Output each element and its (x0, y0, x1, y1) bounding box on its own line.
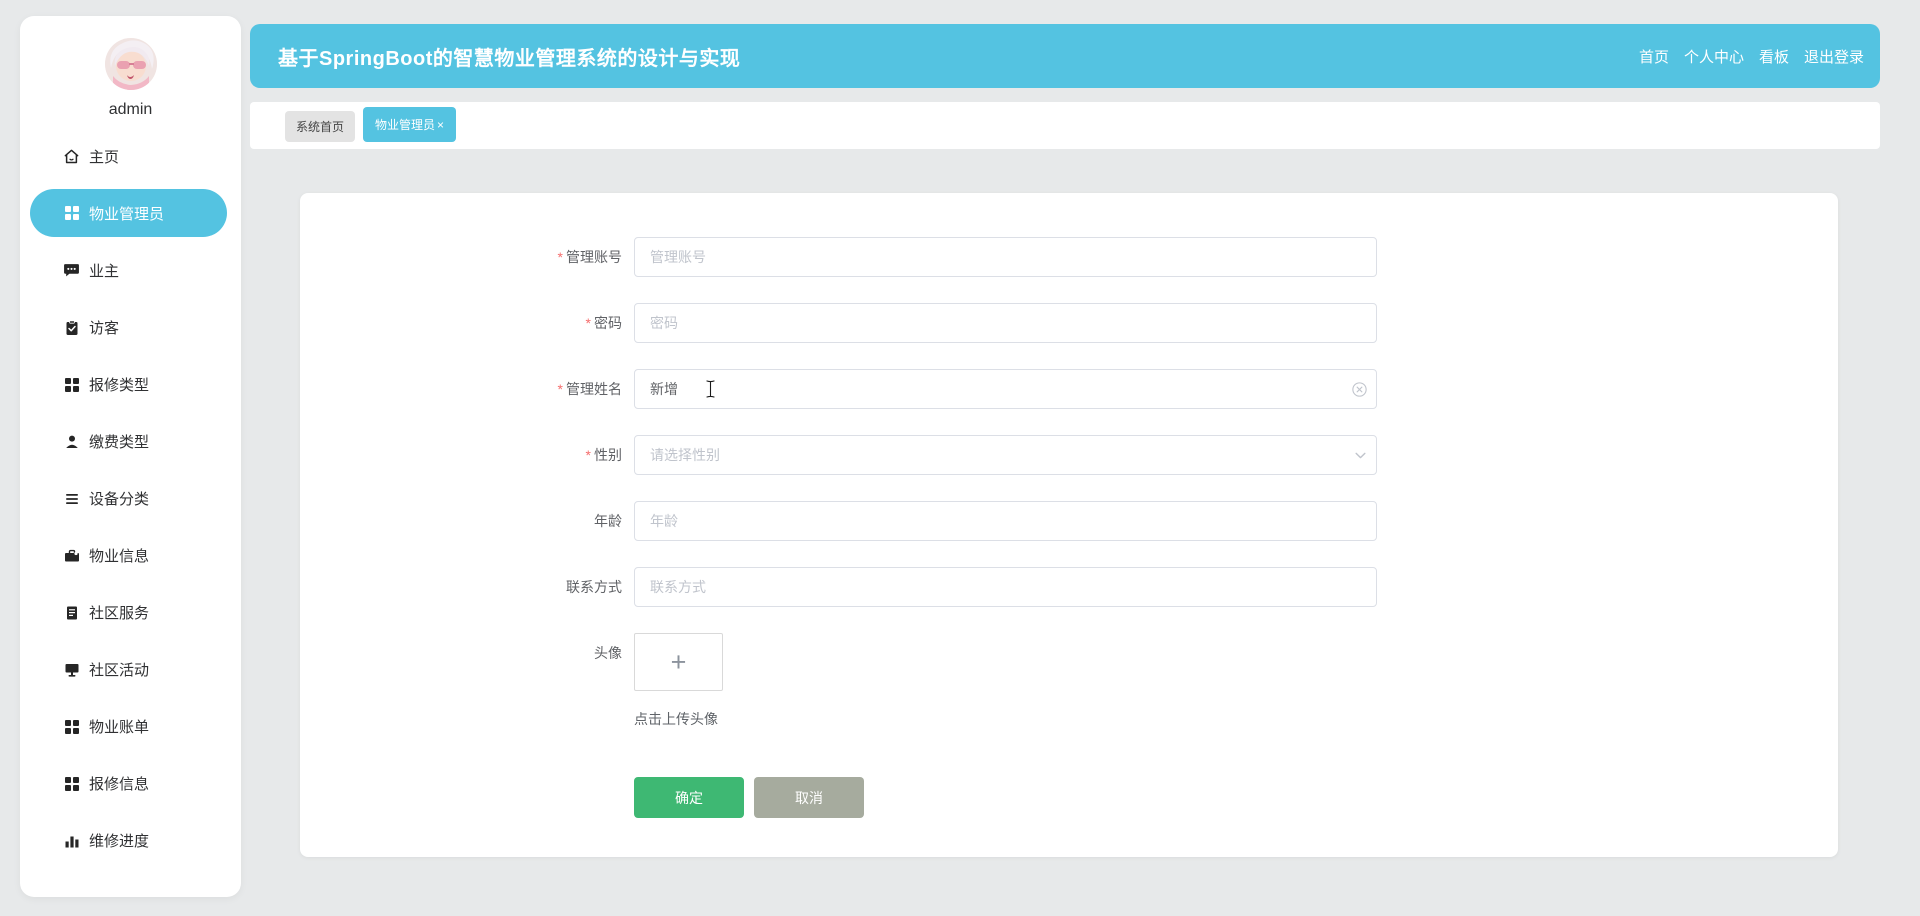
bar-chart-icon (63, 832, 80, 849)
admin-name-input[interactable] (634, 369, 1377, 409)
form-row-password: * 密码 (300, 303, 1838, 343)
sidebar-item-label: 物业管理员 (89, 205, 165, 223)
clear-input-icon[interactable] (1352, 369, 1367, 409)
form-row-gender: * 性别 请选择性别 (300, 435, 1838, 475)
sidebar-item-property-admin[interactable]: 物业管理员 (30, 189, 227, 237)
header: 基于SpringBoot的智慧物业管理系统的设计与实现 首页 个人中心 看板 退… (250, 24, 1880, 88)
sidebar-item-property-info[interactable]: 物业信息 (20, 527, 241, 584)
nav-dashboard[interactable]: 看板 (1759, 46, 1789, 67)
sidebar-item-visitor[interactable]: 访客 (20, 299, 241, 356)
form-row-admin-name: * 管理姓名 (300, 369, 1838, 409)
avatar-upload-button[interactable]: + (634, 633, 723, 691)
password-input[interactable] (634, 303, 1377, 343)
user-icon (63, 433, 80, 450)
field-label: 年龄 (594, 513, 622, 529)
age-input[interactable] (634, 501, 1377, 541)
sidebar-item-label: 社区服务 (89, 605, 150, 622)
sidebar-item-payment-type[interactable]: 缴费类型 (20, 413, 241, 470)
form-row-contact: 联系方式 (300, 567, 1838, 607)
avatar[interactable] (104, 38, 157, 90)
tab-label: 物业管理员 (375, 118, 436, 132)
sidebar-item-repair-info[interactable]: 报修信息 (20, 755, 241, 812)
form-row-age: 年龄 (300, 501, 1838, 541)
field-label: * 密码 (585, 315, 622, 331)
form-actions: 确定 取消 (634, 777, 1838, 818)
sidebar-item-repair-type[interactable]: 报修类型 (20, 356, 241, 413)
field-label: 头像 (594, 645, 622, 661)
field-label: * 管理账号 (557, 249, 622, 265)
field-label: * 性别 (585, 447, 622, 463)
sidebar-item-device-category[interactable]: 设备分类 (20, 470, 241, 527)
grid-icon (63, 718, 80, 735)
required-asterisk: * (585, 447, 591, 463)
monitor-icon (63, 661, 80, 678)
list-icon (63, 490, 80, 507)
sidebar-item-home[interactable]: 主页 (20, 128, 241, 185)
account-input[interactable] (634, 237, 1377, 277)
sidebar-item-label: 维修进度 (89, 833, 150, 850)
upload-hint: 点击上传头像 (634, 711, 718, 727)
header-nav: 首页 个人中心 看板 退出登录 (1639, 46, 1864, 67)
cancel-button[interactable]: 取消 (754, 777, 864, 818)
grid-icon (63, 205, 80, 222)
sidebar: admin 主页 物业管理员 业主 访客 报修类型 缴费类型 设备分类 物业信息… (20, 16, 241, 897)
briefcase-icon (63, 547, 80, 564)
plus-icon: + (670, 646, 687, 677)
sidebar-item-label: 报修信息 (89, 776, 150, 793)
required-asterisk: * (557, 381, 563, 397)
field-label: 联系方式 (566, 579, 622, 595)
form-row-avatar: 头像 + (300, 633, 1838, 691)
tab-close-icon[interactable]: × (437, 118, 444, 132)
clipboard-check-icon (63, 319, 80, 336)
sidebar-item-label: 主页 (89, 149, 120, 166)
sidebar-item-label: 报修类型 (89, 377, 150, 394)
tab-bar: 系统首页 物业管理员 × (250, 102, 1880, 149)
form-card: *管理账号 *密码 *管理姓名 *性别 请选择性别 (300, 193, 1838, 857)
chevron-down-icon (1354, 435, 1367, 475)
username: admin (108, 101, 153, 118)
home-icon (63, 148, 80, 165)
contact-input[interactable] (634, 567, 1377, 607)
sidebar-item-label: 设备分类 (89, 491, 150, 508)
nav-personal-center[interactable]: 个人中心 (1684, 46, 1744, 67)
tab-system-home[interactable]: 系统首页 (285, 111, 356, 142)
sidebar-item-label: 社区活动 (89, 662, 150, 679)
grid-icon (63, 775, 80, 792)
sidebar-item-label: 访客 (89, 320, 120, 337)
sidebar-item-community-activity[interactable]: 社区活动 (20, 641, 241, 698)
chat-icon (63, 262, 80, 279)
gender-select[interactable]: 请选择性别 (634, 435, 1377, 475)
sidebar-item-label: 物业信息 (89, 548, 150, 565)
confirm-button[interactable]: 确定 (634, 777, 744, 818)
required-asterisk: * (557, 249, 563, 265)
tab-property-admin[interactable]: 物业管理员 × (363, 107, 457, 142)
grid-icon (63, 376, 80, 393)
sidebar-item-repair-progress[interactable]: 维修进度 (20, 812, 241, 869)
avatar-wrap: admin (20, 16, 241, 119)
page-title: 基于SpringBoot的智慧物业管理系统的设计与实现 (278, 47, 741, 70)
sidebar-item-property-bill[interactable]: 物业账单 (20, 698, 241, 755)
document-icon (63, 604, 80, 621)
sidebar-item-owner[interactable]: 业主 (20, 242, 241, 299)
sidebar-item-community-service[interactable]: 社区服务 (20, 584, 241, 641)
sidebar-menu: 主页 物业管理员 业主 访客 报修类型 缴费类型 设备分类 物业信息 社区服务 … (20, 128, 241, 869)
sidebar-item-label: 业主 (89, 263, 120, 280)
required-asterisk: * (585, 315, 591, 331)
tab-label: 系统首页 (296, 120, 345, 134)
text-cursor-icon (706, 380, 715, 403)
sidebar-item-label: 物业账单 (89, 719, 150, 736)
nav-home[interactable]: 首页 (1639, 46, 1669, 67)
form-row-account: * 管理账号 (300, 237, 1838, 277)
sidebar-item-label: 缴费类型 (89, 434, 150, 451)
field-label: * 管理姓名 (557, 381, 622, 397)
nav-logout[interactable]: 退出登录 (1804, 46, 1864, 67)
